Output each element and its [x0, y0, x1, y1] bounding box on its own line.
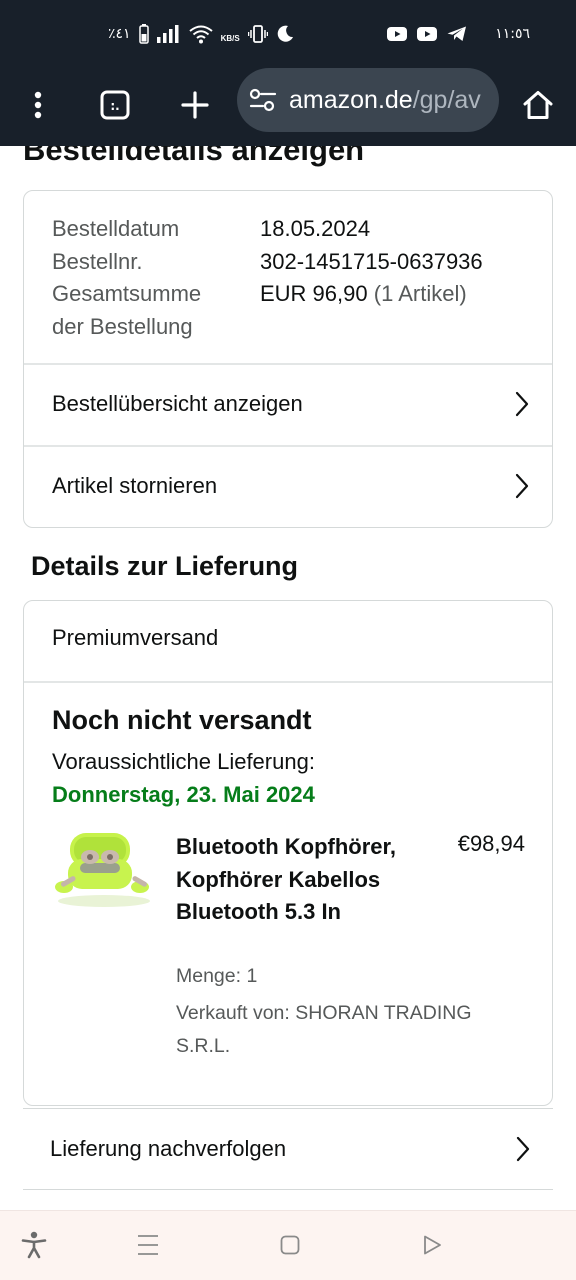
- divider: [24, 681, 552, 683]
- order-number-row: Bestellnr. 302-1451715-0637936: [52, 246, 483, 279]
- order-date-value: 18.05.2024: [260, 216, 371, 241]
- battery-icon: [138, 24, 149, 44]
- view-order-summary-link[interactable]: Bestellübersicht anzeigen: [24, 364, 552, 444]
- order-date-row: Bestelldatum 18.05.2024: [52, 213, 483, 246]
- url-text: amazon.de/gp/av: [289, 86, 481, 115]
- product-image[interactable]: [52, 827, 156, 911]
- order-number-value: 302-1451715-0637936: [260, 248, 483, 274]
- shipment-status: Noch nicht versandt: [52, 705, 312, 735]
- vibrate-icon: [247, 25, 268, 43]
- more-vert-icon: [34, 91, 42, 119]
- plus-icon: [181, 91, 209, 119]
- expected-delivery-date: Donnerstag, 23. Mai 2024: [52, 782, 315, 807]
- cellular-signal-icon: [156, 25, 179, 43]
- track-package-label: Lieferung nachverfolgen: [50, 1136, 287, 1161]
- battery-percent: ٪٤١: [108, 26, 131, 42]
- home-icon: [523, 91, 553, 119]
- accessibility-icon: [21, 1231, 47, 1259]
- tab-switcher-button[interactable]: :.: [91, 81, 139, 129]
- home-square-icon: [280, 1235, 300, 1255]
- youtube-notification-icon: [417, 27, 438, 41]
- recent-apps-button[interactable]: [132, 1229, 164, 1261]
- menu-lines-icon: [138, 1235, 158, 1255]
- order-total-items: (1 Artikel): [373, 281, 467, 306]
- site-settings-icon[interactable]: [249, 88, 277, 112]
- delivery-section-title: Details zur Lieferung: [31, 551, 299, 581]
- delivery-card: Premiumversand Noch nicht versandt Vorau…: [23, 600, 553, 1106]
- net-speed-unit: KB/S: [220, 34, 240, 43]
- browser-toolbar: :. amazon.de/gp/av: [0, 68, 576, 146]
- back-triangle-icon: [424, 1235, 441, 1255]
- back-nav-button[interactable]: [416, 1229, 448, 1261]
- track-package-link[interactable]: Lieferung nachverfolgen: [23, 1108, 553, 1190]
- order-info-card: Bestelldatum 18.05.2024 Bestellnr. 302-1…: [23, 190, 553, 528]
- product-title-link[interactable]: Bluetooth Kopfhörer, Kopfhörer Kabellos …: [176, 831, 416, 929]
- telegram-notification-icon: [447, 26, 467, 41]
- chevron-right-icon: [515, 473, 529, 499]
- order-total-amount: EUR 96,90: [260, 281, 368, 306]
- status-bar: ٪٤١ KB/S ١١:٥٦: [0, 0, 576, 68]
- order-number-label: Bestellnr.: [52, 248, 143, 274]
- order-total-label-line2: der Bestellung: [52, 313, 193, 339]
- home-nav-button[interactable]: [274, 1229, 306, 1261]
- clock: ١١:٥٦: [495, 26, 530, 42]
- page-title: Bestelldetails anzeigen: [23, 146, 365, 167]
- expected-delivery-label: Voraussichtliche Lieferung:: [52, 749, 315, 774]
- url-host: amazon.de: [289, 85, 413, 114]
- do-not-disturb-moon-icon: [277, 25, 293, 42]
- chevron-right-icon: [516, 1136, 530, 1162]
- order-total-value: EUR 96,90 (1 Artikel): [260, 278, 467, 343]
- product-price: €98,94: [457, 831, 525, 856]
- address-bar[interactable]: amazon.de/gp/av: [237, 68, 499, 132]
- new-tab-button[interactable]: [171, 81, 219, 129]
- youtube-notification-icon: [387, 27, 408, 41]
- order-date-label: Bestelldatum: [52, 216, 180, 241]
- order-total-label: Gesamtsumme der Bestellung: [52, 278, 260, 343]
- tab-switcher-icon: :.: [100, 90, 130, 120]
- shipping-method: Premiumversand: [52, 625, 219, 650]
- menu-button[interactable]: [14, 81, 62, 129]
- cancel-items-label: Artikel stornieren: [52, 473, 218, 498]
- accessibility-button[interactable]: [18, 1229, 50, 1261]
- product-seller: Verkauft von: SHORAN TRADING S.R.L.: [176, 1002, 472, 1057]
- product-quantity: Menge: 1: [176, 965, 258, 987]
- order-info-grid: Bestelldatum 18.05.2024 Bestellnr. 302-1…: [52, 213, 483, 343]
- url-path: /gp/av: [412, 85, 481, 114]
- order-total-row: Gesamtsumme der Bestellung EUR 96,90 (1 …: [52, 278, 483, 343]
- page-content: Bestelldetails anzeigen Bestelldatum 18.…: [0, 146, 576, 1210]
- svg-text::.: :.: [110, 99, 119, 113]
- home-button[interactable]: [514, 81, 562, 129]
- order-total-label-line1: Gesamtsumme: [52, 281, 202, 306]
- cancel-items-link[interactable]: Artikel stornieren: [24, 446, 552, 526]
- chevron-right-icon: [515, 391, 529, 417]
- system-navigation-bar: [0, 1210, 576, 1280]
- wifi-icon: [188, 25, 213, 44]
- view-order-summary-label: Bestellübersicht anzeigen: [52, 391, 303, 416]
